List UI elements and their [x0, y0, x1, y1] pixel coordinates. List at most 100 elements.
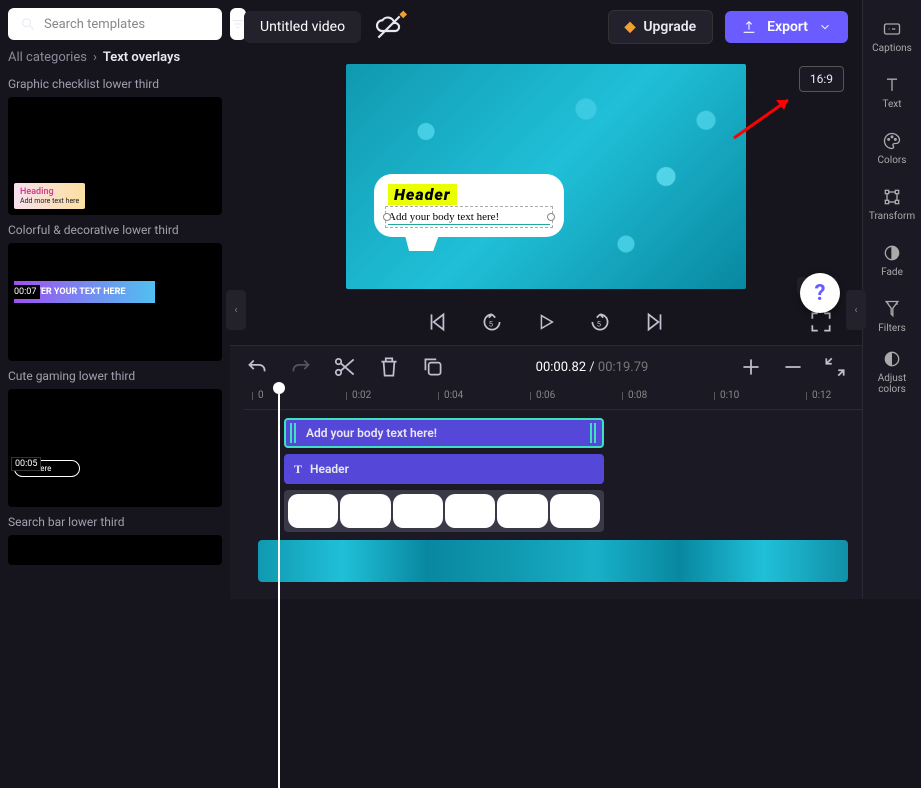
svg-text:5: 5 [597, 319, 601, 328]
minus-icon [780, 354, 806, 380]
tick: 0:12 [812, 390, 831, 401]
breadcrumb: All categories › Text overlays [8, 50, 222, 65]
preview-area: 16:9 Header Add your body text here! ? ⌄ [230, 54, 862, 293]
upload-icon [741, 19, 757, 35]
add-track-button[interactable] [738, 354, 764, 380]
upgrade-button[interactable]: ◆ Upgrade [608, 10, 714, 44]
redo-icon [288, 354, 314, 380]
playback-controls: 5 5 [230, 293, 862, 345]
panel-label: Filters [878, 323, 906, 334]
cloud-off-button[interactable]: ◆ [373, 11, 405, 43]
thumb-sub: Add more text here [20, 197, 79, 205]
panel-label: Fade [881, 267, 903, 278]
trash-icon [376, 354, 402, 380]
breadcrumb-current: Text overlays [103, 50, 180, 65]
panel-label: Captions [872, 43, 912, 54]
template-thumb[interactable]: Heading Add more text here [8, 97, 222, 215]
speech-bubble-overlay[interactable]: Header Add your body text here! [374, 174, 564, 237]
bubble-thumb [550, 494, 600, 528]
search-input[interactable] [44, 17, 210, 32]
plus-icon [738, 354, 764, 380]
export-button[interactable]: Export [725, 11, 848, 43]
duplicate-button[interactable] [420, 354, 446, 380]
panel-label: Transform [869, 211, 915, 222]
help-button[interactable]: ? [800, 273, 840, 313]
clip-label: Add your body text here! [306, 426, 437, 440]
bubble-header: Header [388, 184, 457, 205]
bubble-thumb [340, 494, 390, 528]
search-box[interactable] [8, 8, 222, 40]
templates-sidebar: All categories › Text overlays Graphic c… [0, 0, 230, 599]
time-duration: 00:19.79 [598, 360, 648, 375]
delete-button[interactable] [376, 354, 402, 380]
tick: 0:10 [720, 390, 739, 401]
graphic-clip[interactable] [284, 490, 604, 532]
video-preview[interactable]: Header Add your body text here! [346, 64, 746, 289]
chevron-down-icon [818, 20, 832, 34]
text-clip[interactable]: T Header [284, 454, 604, 484]
template-title: Search bar lower third [8, 515, 222, 529]
clip-label: Header [310, 462, 349, 476]
thumb-heading: Heading [20, 187, 79, 197]
rewind-5-button[interactable]: 5 [479, 309, 505, 335]
project-title[interactable]: Untitled video [244, 11, 361, 43]
aspect-ratio-button[interactable]: 16:9 [799, 66, 844, 92]
template-title: Colorful & decorative lower third [8, 223, 222, 237]
video-clip[interactable] [258, 540, 848, 582]
play-icon [535, 311, 557, 333]
skip-start-button[interactable] [425, 309, 451, 335]
fit-timeline-button[interactable] [822, 354, 848, 380]
panel-captions[interactable]: Captions [864, 10, 920, 62]
premium-badge-icon: ◆ [399, 9, 407, 20]
svg-text:5: 5 [489, 319, 493, 328]
redo-button[interactable] [288, 354, 314, 380]
template-thumb[interactable]: ext here [8, 389, 222, 507]
main-area: Untitled video ◆ ◆ Upgrade Export 16:9 H… [230, 0, 862, 599]
upgrade-label: Upgrade [643, 19, 696, 35]
thumb-searchbar: ext here [14, 460, 80, 477]
panel-adjust-colors[interactable]: Adjust colors [864, 346, 920, 398]
bubble-thumb [497, 494, 547, 528]
panel-text[interactable]: Text [864, 66, 920, 118]
transform-icon [882, 187, 902, 207]
play-button[interactable] [533, 309, 559, 335]
text-icon [882, 75, 902, 95]
bubble-thumb [393, 494, 443, 528]
breadcrumb-root[interactable]: All categories [8, 50, 87, 65]
bubble-thumb [445, 494, 495, 528]
thumb-gaming: ENTER YOUR TEXT HERE [14, 281, 155, 303]
template-title: Graphic checklist lower third [8, 77, 222, 91]
filters-icon [882, 299, 902, 319]
panel-fade[interactable]: Fade [864, 234, 920, 286]
help-icon: ? [815, 281, 826, 306]
panel-colors[interactable]: Colors [864, 122, 920, 174]
panel-label: Adjust colors [864, 373, 920, 395]
playhead[interactable] [278, 388, 280, 788]
timeline-toolbar: 00:00.82 / 00:19.79 [230, 346, 862, 388]
split-button[interactable] [332, 354, 358, 380]
palette-icon [882, 131, 902, 151]
collapse-icon [822, 354, 848, 380]
skip-end-icon [641, 309, 667, 335]
template-thumb[interactable]: ENTER YOUR TEXT HERE [8, 243, 222, 361]
forward-5-button[interactable]: 5 [587, 309, 613, 335]
duplicate-icon [420, 354, 446, 380]
undo-button[interactable] [244, 354, 270, 380]
skip-end-button[interactable] [641, 309, 667, 335]
text-clip[interactable]: Add your body text here! [284, 418, 604, 448]
bubble-thumb [288, 494, 338, 528]
time-current: 00:00.82 [536, 360, 586, 375]
timeline-ruler[interactable]: 0 0:02 0:04 0:06 0:08 0:10 0:12 [244, 388, 862, 410]
timecode: 00:00.82 / 00:19.79 [464, 360, 720, 375]
fade-icon [882, 243, 902, 263]
panel-transform[interactable]: Transform [864, 178, 920, 230]
skip-start-icon [425, 309, 451, 335]
forward-icon: 5 [587, 309, 613, 335]
bubble-body-text[interactable]: Add your body text here! [388, 209, 550, 225]
export-label: Export [767, 19, 808, 35]
scissors-icon [332, 354, 358, 380]
zoom-out-button[interactable] [780, 354, 806, 380]
panel-filters[interactable]: Filters [864, 290, 920, 342]
undo-icon [244, 354, 270, 380]
template-thumb[interactable] [8, 535, 222, 565]
